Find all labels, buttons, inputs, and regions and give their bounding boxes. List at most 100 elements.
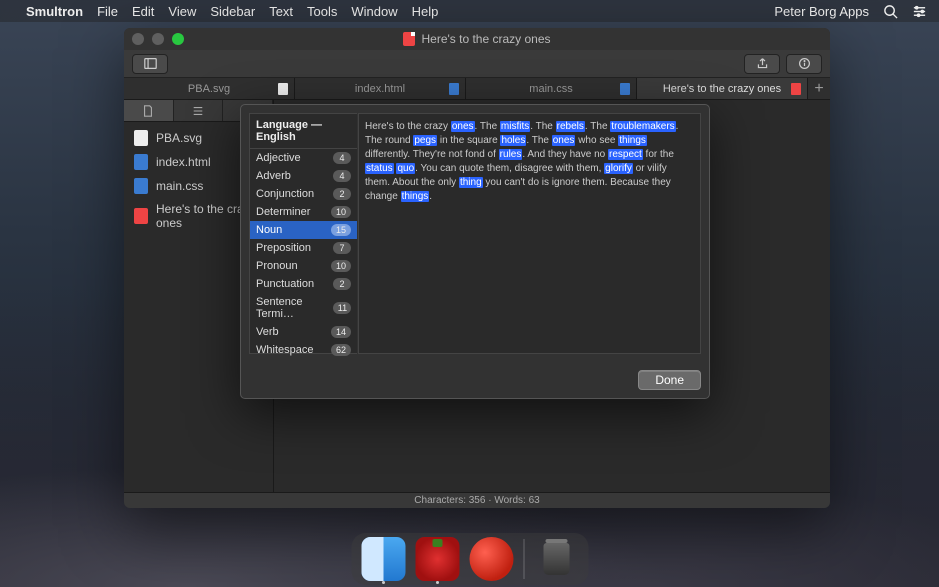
pos-label: Conjunction bbox=[256, 188, 314, 200]
pos-label: Preposition bbox=[256, 242, 311, 254]
zoom-button[interactable] bbox=[172, 33, 184, 45]
highlighted-noun: quo bbox=[396, 163, 415, 174]
language-header: Language — English bbox=[250, 114, 357, 149]
text-token: Here's to the crazy bbox=[365, 121, 451, 132]
tab-bar: PBA.svg index.html main.css Here's to the c… bbox=[124, 78, 830, 100]
pos-row[interactable]: Adjective 4 bbox=[250, 149, 357, 167]
language-analysis-modal: Language — English Adjective 4 Adverb 4 Conj… bbox=[240, 104, 710, 399]
file-type-icon bbox=[278, 83, 288, 95]
titlebar[interactable]: Here's to the crazy ones bbox=[124, 28, 830, 50]
file-icon bbox=[134, 178, 148, 194]
pos-label: Adjective bbox=[256, 152, 301, 164]
file-name: main.css bbox=[156, 179, 203, 193]
tab[interactable]: Here's to the crazy ones bbox=[637, 78, 808, 99]
minimize-button[interactable] bbox=[152, 33, 164, 45]
file-icon bbox=[134, 208, 148, 224]
pos-row[interactable]: Determiner10 bbox=[250, 203, 357, 221]
file-type-icon bbox=[449, 83, 459, 95]
status-bar: Characters: 356 · Words: 63 bbox=[124, 492, 830, 508]
menu-tools[interactable]: Tools bbox=[307, 4, 337, 19]
dock bbox=[351, 533, 588, 585]
menu-text[interactable]: Text bbox=[269, 4, 293, 19]
file-type-icon bbox=[620, 83, 630, 95]
tab[interactable]: main.css bbox=[466, 78, 637, 99]
pos-count-badge: 7 bbox=[333, 242, 351, 254]
pos-label: Punctuation bbox=[256, 278, 314, 290]
pos-row[interactable]: Conjunction 2 bbox=[250, 185, 357, 203]
menu-sidebar[interactable]: Sidebar bbox=[210, 4, 255, 19]
menu-file[interactable]: File bbox=[97, 4, 118, 19]
text-token: . The bbox=[526, 135, 551, 146]
highlighted-noun: thing bbox=[459, 177, 483, 188]
pos-label: Noun bbox=[256, 224, 282, 236]
menu-window[interactable]: Window bbox=[351, 4, 397, 19]
file-icon bbox=[134, 130, 148, 146]
pos-count-badge: 4 bbox=[333, 152, 351, 164]
pos-count-badge: 14 bbox=[331, 326, 351, 338]
pos-count-badge: 4 bbox=[333, 170, 351, 182]
finder-dock-icon[interactable] bbox=[361, 537, 405, 581]
tab-label: main.css bbox=[529, 83, 572, 95]
text-token: . bbox=[429, 191, 432, 202]
menubar-right-label[interactable]: Peter Borg Apps bbox=[774, 4, 869, 19]
tab[interactable]: index.html bbox=[295, 78, 466, 99]
pos-row[interactable]: Preposition 7 bbox=[250, 239, 357, 257]
share-button[interactable] bbox=[744, 54, 780, 74]
pos-count-badge: 11 bbox=[333, 302, 351, 314]
highlighted-noun: rebels bbox=[556, 121, 585, 132]
done-button[interactable]: Done bbox=[638, 370, 701, 390]
highlighted-noun: ones bbox=[451, 121, 475, 132]
app-name-menu[interactable]: Smultron bbox=[26, 4, 83, 19]
new-tab-button[interactable]: + bbox=[808, 78, 830, 99]
pos-label: Whitespace bbox=[256, 344, 313, 356]
smultron-dock-icon[interactable] bbox=[415, 537, 459, 581]
document-icon bbox=[403, 32, 415, 46]
window-title: Here's to the crazy ones bbox=[421, 32, 550, 46]
file-type-icon bbox=[791, 83, 801, 95]
pos-count-badge: 15 bbox=[331, 224, 351, 236]
highlighted-noun: pegs bbox=[413, 135, 437, 146]
pos-row[interactable]: Noun 15 bbox=[250, 221, 357, 239]
text-token: who see bbox=[575, 135, 618, 146]
text-token: . You can quote them, disagree with them… bbox=[415, 163, 604, 174]
highlighted-noun: status bbox=[365, 163, 394, 174]
tab-label: PBA.svg bbox=[188, 83, 230, 95]
pos-count-badge: 2 bbox=[333, 188, 351, 200]
file-name: index.html bbox=[156, 155, 211, 169]
pos-row[interactable]: Sentence Termi…11 bbox=[250, 293, 357, 323]
dock-divider bbox=[523, 539, 524, 579]
text-token: . The bbox=[530, 121, 555, 132]
app-dock-icon[interactable] bbox=[469, 537, 513, 581]
pos-row[interactable]: Adverb 4 bbox=[250, 167, 357, 185]
control-center-icon[interactable] bbox=[912, 4, 927, 19]
trash-dock-icon[interactable] bbox=[534, 537, 578, 581]
highlighted-noun: holes bbox=[500, 135, 526, 146]
sidebar-mode-outline[interactable] bbox=[174, 100, 224, 121]
sidebar-mode-documents[interactable] bbox=[124, 100, 174, 121]
pos-row[interactable]: Verb14 bbox=[250, 323, 357, 341]
pos-row[interactable]: Punctuation2 bbox=[250, 275, 357, 293]
highlighted-noun: troublemakers bbox=[610, 121, 675, 132]
spotlight-icon[interactable] bbox=[883, 4, 898, 19]
menu-edit[interactable]: Edit bbox=[132, 4, 154, 19]
highlighted-noun: glorify bbox=[604, 163, 633, 174]
menu-view[interactable]: View bbox=[168, 4, 196, 19]
highlighted-noun: misfits bbox=[500, 121, 530, 132]
pos-row[interactable]: Pronoun10 bbox=[250, 257, 357, 275]
highlighted-noun: things bbox=[401, 191, 430, 202]
analysis-text: Here's to the crazy ones. The misfits. T… bbox=[358, 113, 701, 354]
menu-help[interactable]: Help bbox=[412, 4, 439, 19]
pos-row[interactable]: Whitespace62 bbox=[250, 341, 357, 359]
toolbar bbox=[124, 50, 830, 78]
text-token: . The bbox=[475, 121, 500, 132]
file-name: PBA.svg bbox=[156, 131, 202, 145]
pos-label: Adverb bbox=[256, 170, 291, 182]
pos-list: Language — English Adjective 4 Adverb 4 Conj… bbox=[249, 113, 357, 354]
tab-label: index.html bbox=[355, 83, 405, 95]
sidebar-toggle-button[interactable] bbox=[132, 54, 168, 74]
pos-label: Determiner bbox=[256, 206, 310, 218]
menubar: Smultron File Edit View Sidebar Text Tools Win… bbox=[0, 0, 939, 22]
close-button[interactable] bbox=[132, 33, 144, 45]
tab[interactable]: PBA.svg bbox=[124, 78, 295, 99]
info-button[interactable] bbox=[786, 54, 822, 74]
